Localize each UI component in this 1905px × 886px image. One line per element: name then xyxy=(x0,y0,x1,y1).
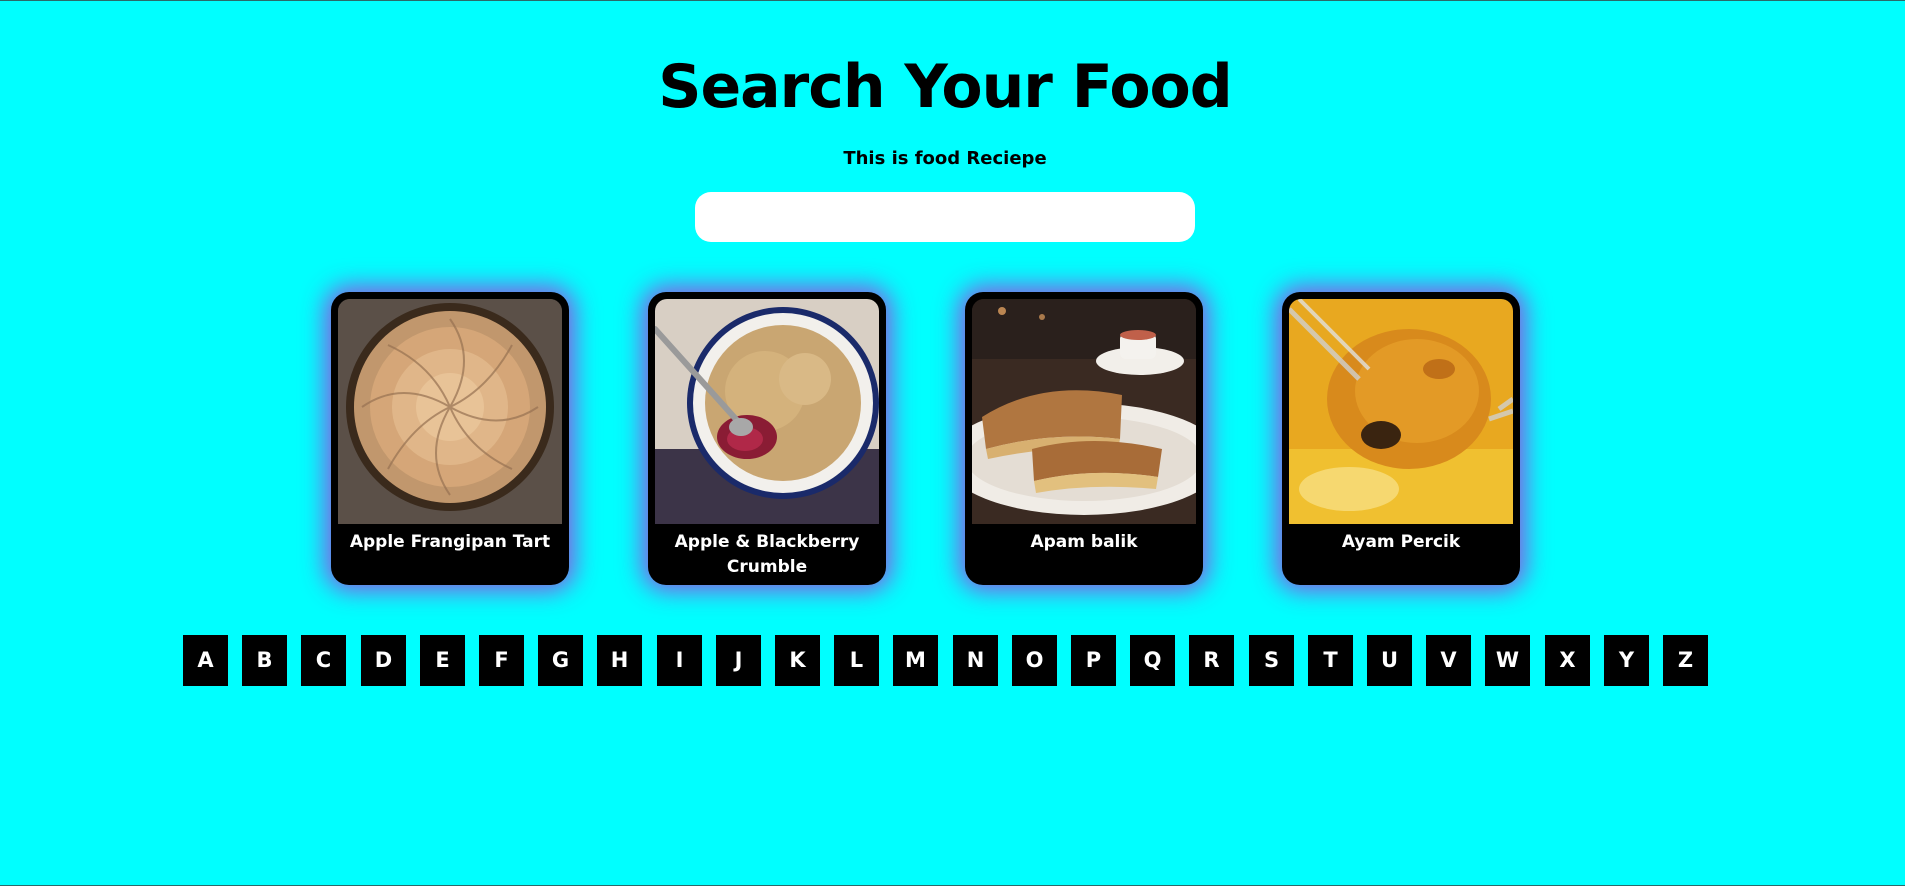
apple-blackberry-crumble-photo xyxy=(655,299,879,524)
letter-button-x[interactable]: X xyxy=(1545,635,1590,686)
letter-button-e[interactable]: E xyxy=(420,635,465,686)
letter-button-p[interactable]: P xyxy=(1071,635,1116,686)
letter-button-j[interactable]: J xyxy=(716,635,761,686)
meal-card[interactable]: Apple Frangipan Tart xyxy=(331,292,569,585)
apple-frangipan-tart-photo xyxy=(338,299,562,524)
meal-name: Ayam Percik xyxy=(1341,532,1461,552)
letter-button-q[interactable]: Q xyxy=(1130,635,1175,686)
letter-button-w[interactable]: W xyxy=(1485,635,1530,686)
letter-button-r[interactable]: R xyxy=(1189,635,1234,686)
letter-button-g[interactable]: G xyxy=(538,635,583,686)
letter-button-u[interactable]: U xyxy=(1367,635,1412,686)
letter-button-n[interactable]: N xyxy=(953,635,998,686)
letter-button-b[interactable]: B xyxy=(242,635,287,686)
letter-button-m[interactable]: M xyxy=(893,635,938,686)
letter-button-z[interactable]: Z xyxy=(1663,635,1708,686)
letter-button-d[interactable]: D xyxy=(361,635,406,686)
meal-card[interactable]: Apam balik xyxy=(965,292,1203,585)
meal-name: Apple Frangipan Tart xyxy=(349,532,551,552)
letter-button-t[interactable]: T xyxy=(1308,635,1353,686)
search-input[interactable] xyxy=(695,192,1195,242)
page-title: Search Your Food xyxy=(658,52,1232,122)
letter-button-h[interactable]: H xyxy=(597,635,642,686)
letter-button-o[interactable]: O xyxy=(1012,635,1057,686)
letter-button-v[interactable]: V xyxy=(1426,635,1471,686)
apam-balik-photo xyxy=(972,299,1196,524)
letter-button-a[interactable]: A xyxy=(183,635,228,686)
letter-button-l[interactable]: L xyxy=(834,635,879,686)
meal-name: Apple & Blackberry Crumble xyxy=(674,532,860,577)
letter-button-s[interactable]: S xyxy=(1249,635,1294,686)
letter-button-i[interactable]: I xyxy=(657,635,702,686)
meal-card[interactable]: Ayam Percik xyxy=(1282,292,1520,585)
letter-button-c[interactable]: C xyxy=(301,635,346,686)
meal-card[interactable]: Apple & Blackberry Crumble xyxy=(648,292,886,585)
ayam-percik-photo xyxy=(1289,299,1513,524)
letter-button-k[interactable]: K xyxy=(775,635,820,686)
letter-button-f[interactable]: F xyxy=(479,635,524,686)
page-subtitle: This is food Reciepe xyxy=(843,148,1047,169)
meal-name: Apam balik xyxy=(1030,532,1138,552)
letter-button-y[interactable]: Y xyxy=(1604,635,1649,686)
